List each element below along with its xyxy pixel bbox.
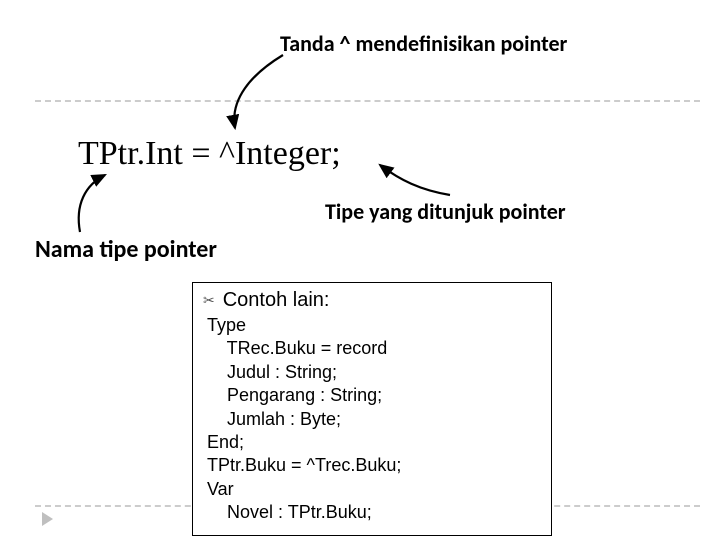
slide-marker-icon: [42, 512, 53, 526]
divider-top: [35, 100, 700, 102]
annotation-pointed-type: Tipe yang ditunjuk pointer: [325, 198, 566, 225]
annotation-caret-defines-pointer: Tanda ^ mendefinisikan pointer: [280, 30, 567, 57]
example-title: Contoh lain:: [203, 289, 541, 312]
example-box: Contoh lain: Type TRec.Buku = record Jud…: [192, 282, 552, 536]
code-declaration: TPtr.Int = ^Integer;: [78, 135, 341, 173]
example-code: Type TRec.Buku = record Judul : String; …: [203, 314, 541, 525]
annotation-pointer-type-name: Nama tipe pointer: [35, 235, 217, 264]
